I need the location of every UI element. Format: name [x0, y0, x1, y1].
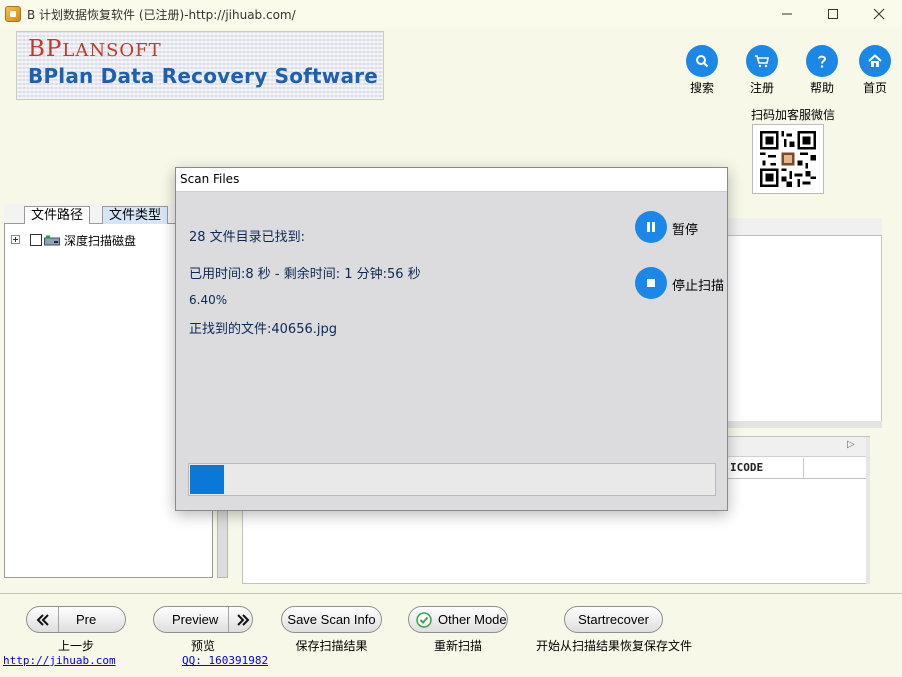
qr-code-icon — [760, 131, 816, 187]
tab-file-path[interactable]: 文件路径 — [24, 206, 91, 224]
tree-item-label[interactable]: 深度扫描磁盘 — [64, 232, 136, 249]
scan-percent: 6.40% — [189, 293, 228, 307]
startrecover-button[interactable]: Startrecover — [564, 606, 663, 633]
stop-icon — [647, 279, 655, 287]
home-button[interactable]: 首页 — [848, 45, 902, 97]
qr-caption: 扫码加客服微信 — [751, 108, 836, 122]
scan-progress-fill — [190, 465, 224, 494]
search-icon — [696, 55, 709, 68]
brand-logo: BPLANSOFT — [28, 36, 162, 62]
pause-button[interactable]: 暂停 — [635, 211, 725, 243]
file-list-panel[interactable] — [726, 218, 882, 428]
search-label: 搜索 — [689, 81, 714, 95]
website-link[interactable]: http://jihuab.com — [3, 654, 116, 667]
other-mode-button[interactable]: Other Mode — [408, 606, 508, 633]
pause-icon — [647, 222, 655, 232]
tab-file-type[interactable]: 文件类型 — [102, 206, 169, 224]
maximize-button[interactable] — [810, 0, 856, 28]
column-separator — [803, 458, 804, 479]
help-button[interactable]: 帮助 — [795, 45, 849, 97]
qq-link[interactable]: QQ: 160391982 — [182, 654, 268, 667]
file-list-header — [726, 218, 882, 236]
dialog-title: Scan Files — [180, 172, 240, 186]
drive-icon — [44, 235, 60, 246]
register-label: 注册 — [749, 81, 774, 95]
window-title: B 计划数据恢复软件 (已注册)-http://jihuab.com/ — [27, 8, 296, 22]
directories-found-text: 28 文件目录已找到: — [189, 230, 306, 245]
file-list-scrollbar[interactable] — [726, 421, 882, 428]
home-icon — [868, 54, 882, 67]
help-label: 帮助 — [809, 81, 834, 95]
help-icon — [818, 55, 827, 68]
stop-scan-label: 停止扫描 — [672, 279, 725, 294]
cart-icon — [755, 55, 769, 68]
maximize-icon — [828, 9, 838, 19]
scan-progress-bar — [188, 463, 716, 496]
save-scan-info-caption: 保存扫描结果 — [295, 639, 368, 653]
home-label: 首页 — [862, 81, 887, 95]
startrecover-caption: 开始从扫描结果恢复保存文件 — [535, 639, 692, 653]
close-button[interactable] — [856, 0, 902, 28]
bottom-divider — [0, 593, 902, 594]
save-scan-info-button[interactable]: Save Scan Info — [281, 606, 382, 633]
preview-scrollbar[interactable] — [866, 437, 870, 584]
pre-button[interactable]: Pre — [26, 606, 126, 633]
minimize-icon — [782, 13, 792, 15]
close-icon — [873, 8, 885, 20]
qr-code — [752, 124, 824, 194]
register-button[interactable]: 注册 — [735, 45, 789, 97]
scroll-right-icon[interactable]: ▷ — [847, 439, 855, 450]
pre-caption: 上一步 — [57, 639, 94, 653]
double-left-chevron-icon — [36, 613, 49, 626]
preview-button[interactable]: Preview — [153, 606, 253, 633]
double-right-chevron-icon — [237, 613, 250, 626]
check-circle-icon — [416, 611, 432, 628]
panel-splitter[interactable] — [217, 500, 228, 578]
other-mode-caption: 重新扫描 — [433, 639, 482, 653]
search-button[interactable]: 搜索 — [675, 45, 729, 97]
tree-expand-icon[interactable] — [11, 235, 20, 244]
column-header-code[interactable]: ICODE — [730, 461, 763, 474]
stop-scan-button[interactable]: 停止扫描 — [635, 267, 725, 299]
dialog-title-bar — [176, 168, 727, 192]
product-title: BPlan Data Recovery Software — [28, 64, 379, 88]
app-icon — [5, 6, 21, 22]
elapsed-remaining-time: 已用时间:8 秒 - 剩余时间: 1 分钟:56 秒 — [189, 267, 421, 282]
current-file-text: 正找到的文件:40656.jpg — [189, 322, 337, 337]
tree-item-checkbox[interactable] — [30, 234, 42, 246]
preview-caption: 预览 — [190, 639, 215, 653]
pause-label: 暂停 — [672, 223, 699, 238]
minimize-button[interactable] — [764, 0, 810, 28]
